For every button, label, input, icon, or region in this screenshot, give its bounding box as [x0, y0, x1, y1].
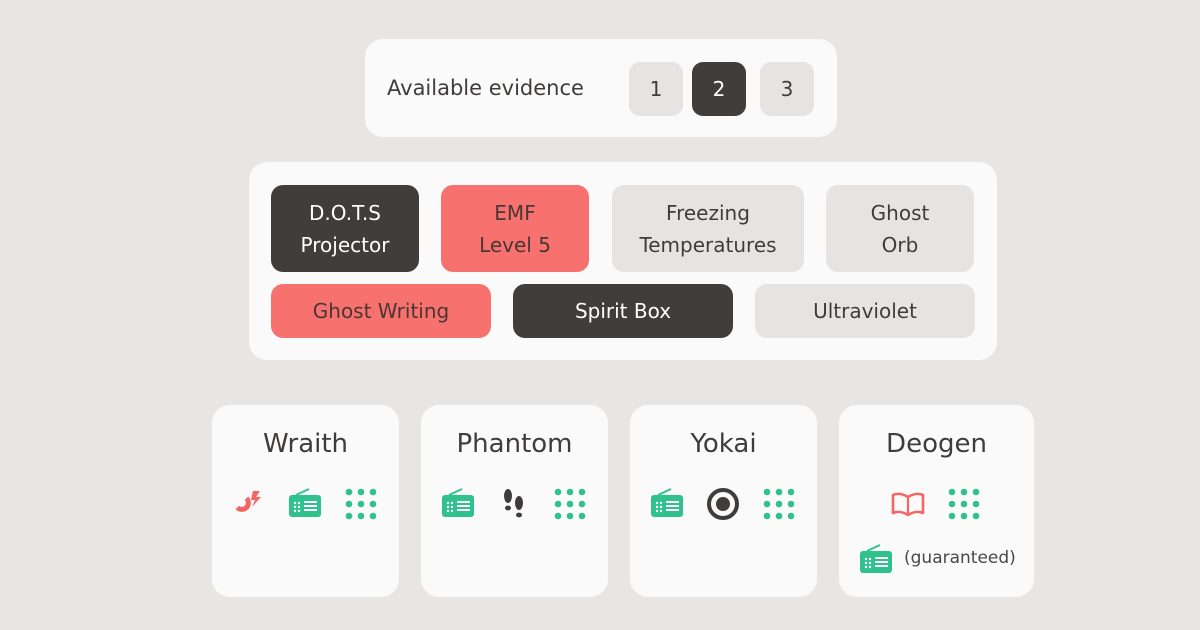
spirit-box-icon [287, 486, 323, 522]
spirit-box-icon [858, 542, 894, 578]
evidence-label: Ultraviolet [813, 299, 917, 323]
dots-icon [761, 486, 797, 522]
evidence-count-3-button[interactable]: 3 [760, 62, 814, 116]
evidence-panel: D.O.T.S Projector EMF Level 5 Freezing T… [249, 162, 997, 360]
evidence-count-label: Available evidence [387, 76, 584, 100]
ghost-card-deogen[interactable]: Deogen (guaranteed) [839, 405, 1034, 597]
footprints-icon [496, 486, 532, 522]
guaranteed-label: (guaranteed) [904, 548, 1016, 568]
evidence-label: Spirit Box [574, 299, 672, 323]
evidence-freezing-temperatures-button[interactable]: Freezing Temperatures [612, 185, 804, 272]
evidence-ghost-writing-button[interactable]: Ghost Writing [271, 284, 491, 338]
ghost-card-phantom[interactable]: Phantom [421, 405, 608, 597]
evidence-spirit-box-button[interactable]: Spirit Box [513, 284, 733, 338]
dots-icon [552, 486, 588, 522]
evidence-count-2-button[interactable]: 2 [692, 62, 746, 116]
evidence-label: D.O.T.S Projector [300, 200, 390, 257]
evidence-label: Ghost Orb [870, 200, 930, 257]
evidence-count-1-button[interactable]: 1 [629, 62, 683, 116]
evidence-count-card: Available evidence 1 2 3 [365, 39, 837, 137]
evidence-dots-projector-button[interactable]: D.O.T.S Projector [271, 185, 419, 272]
evidence-label: Ghost Writing [312, 299, 450, 323]
ghost-card-yokai[interactable]: Yokai [630, 405, 817, 597]
ghost-writing-icon [890, 486, 926, 522]
ghost-orb-icon [705, 486, 741, 522]
evidence-label: EMF Level 5 [479, 200, 551, 257]
spirit-box-icon [440, 486, 476, 522]
spirit-box-icon [649, 486, 685, 522]
ghost-name: Yokai [690, 429, 757, 459]
emf-icon [231, 486, 267, 522]
evidence-label: Freezing Temperatures [639, 200, 777, 257]
ghost-name: Deogen [886, 429, 987, 459]
ghost-name: Phantom [456, 429, 573, 459]
dots-icon [946, 486, 982, 522]
evidence-ultraviolet-button[interactable]: Ultraviolet [755, 284, 975, 338]
evidence-emf-level-5-button[interactable]: EMF Level 5 [441, 185, 589, 272]
evidence-ghost-orb-button[interactable]: Ghost Orb [826, 185, 974, 272]
ghost-name: Wraith [262, 429, 349, 459]
dots-icon [343, 486, 379, 522]
ghost-card-wraith[interactable]: Wraith [212, 405, 399, 597]
